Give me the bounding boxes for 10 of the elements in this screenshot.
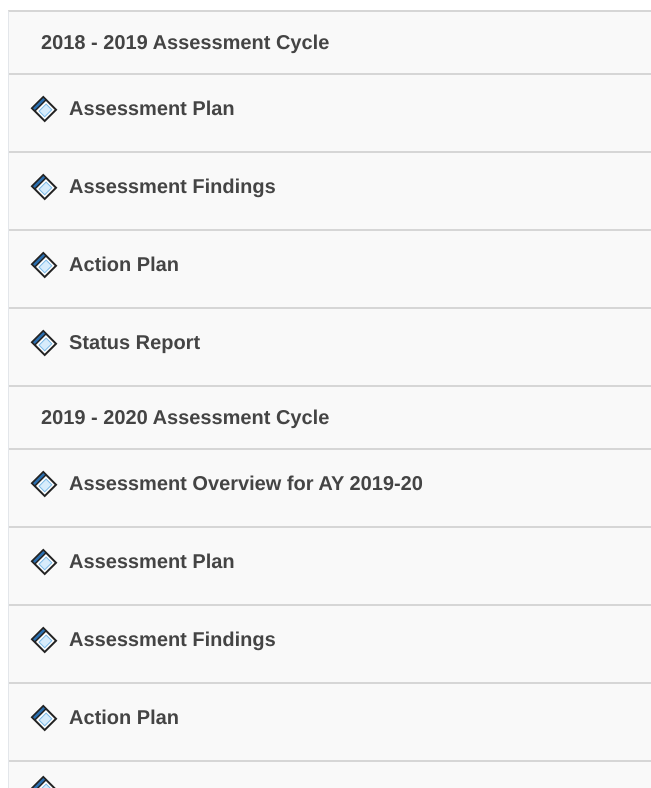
document-link[interactable]: Action Plan: [69, 250, 180, 280]
document-link[interactable]: Status Report: [69, 328, 200, 358]
document-link[interactable]: Assessment Plan: [69, 94, 235, 124]
document-link[interactable]: Action Plan: [69, 703, 180, 733]
section-heading: 2019 - 2020 Assessment Cycle: [41, 406, 330, 430]
document-link[interactable]: Assessment Findings: [69, 625, 276, 655]
document-link[interactable]: Assessment Plan: [69, 547, 235, 577]
document-link[interactable]: Assessment Overview for AY 2019-20: [69, 469, 423, 499]
section-heading: 2018 - 2019 Assessment Cycle: [41, 30, 330, 56]
document-link[interactable]: Assessment Findings: [69, 172, 276, 202]
